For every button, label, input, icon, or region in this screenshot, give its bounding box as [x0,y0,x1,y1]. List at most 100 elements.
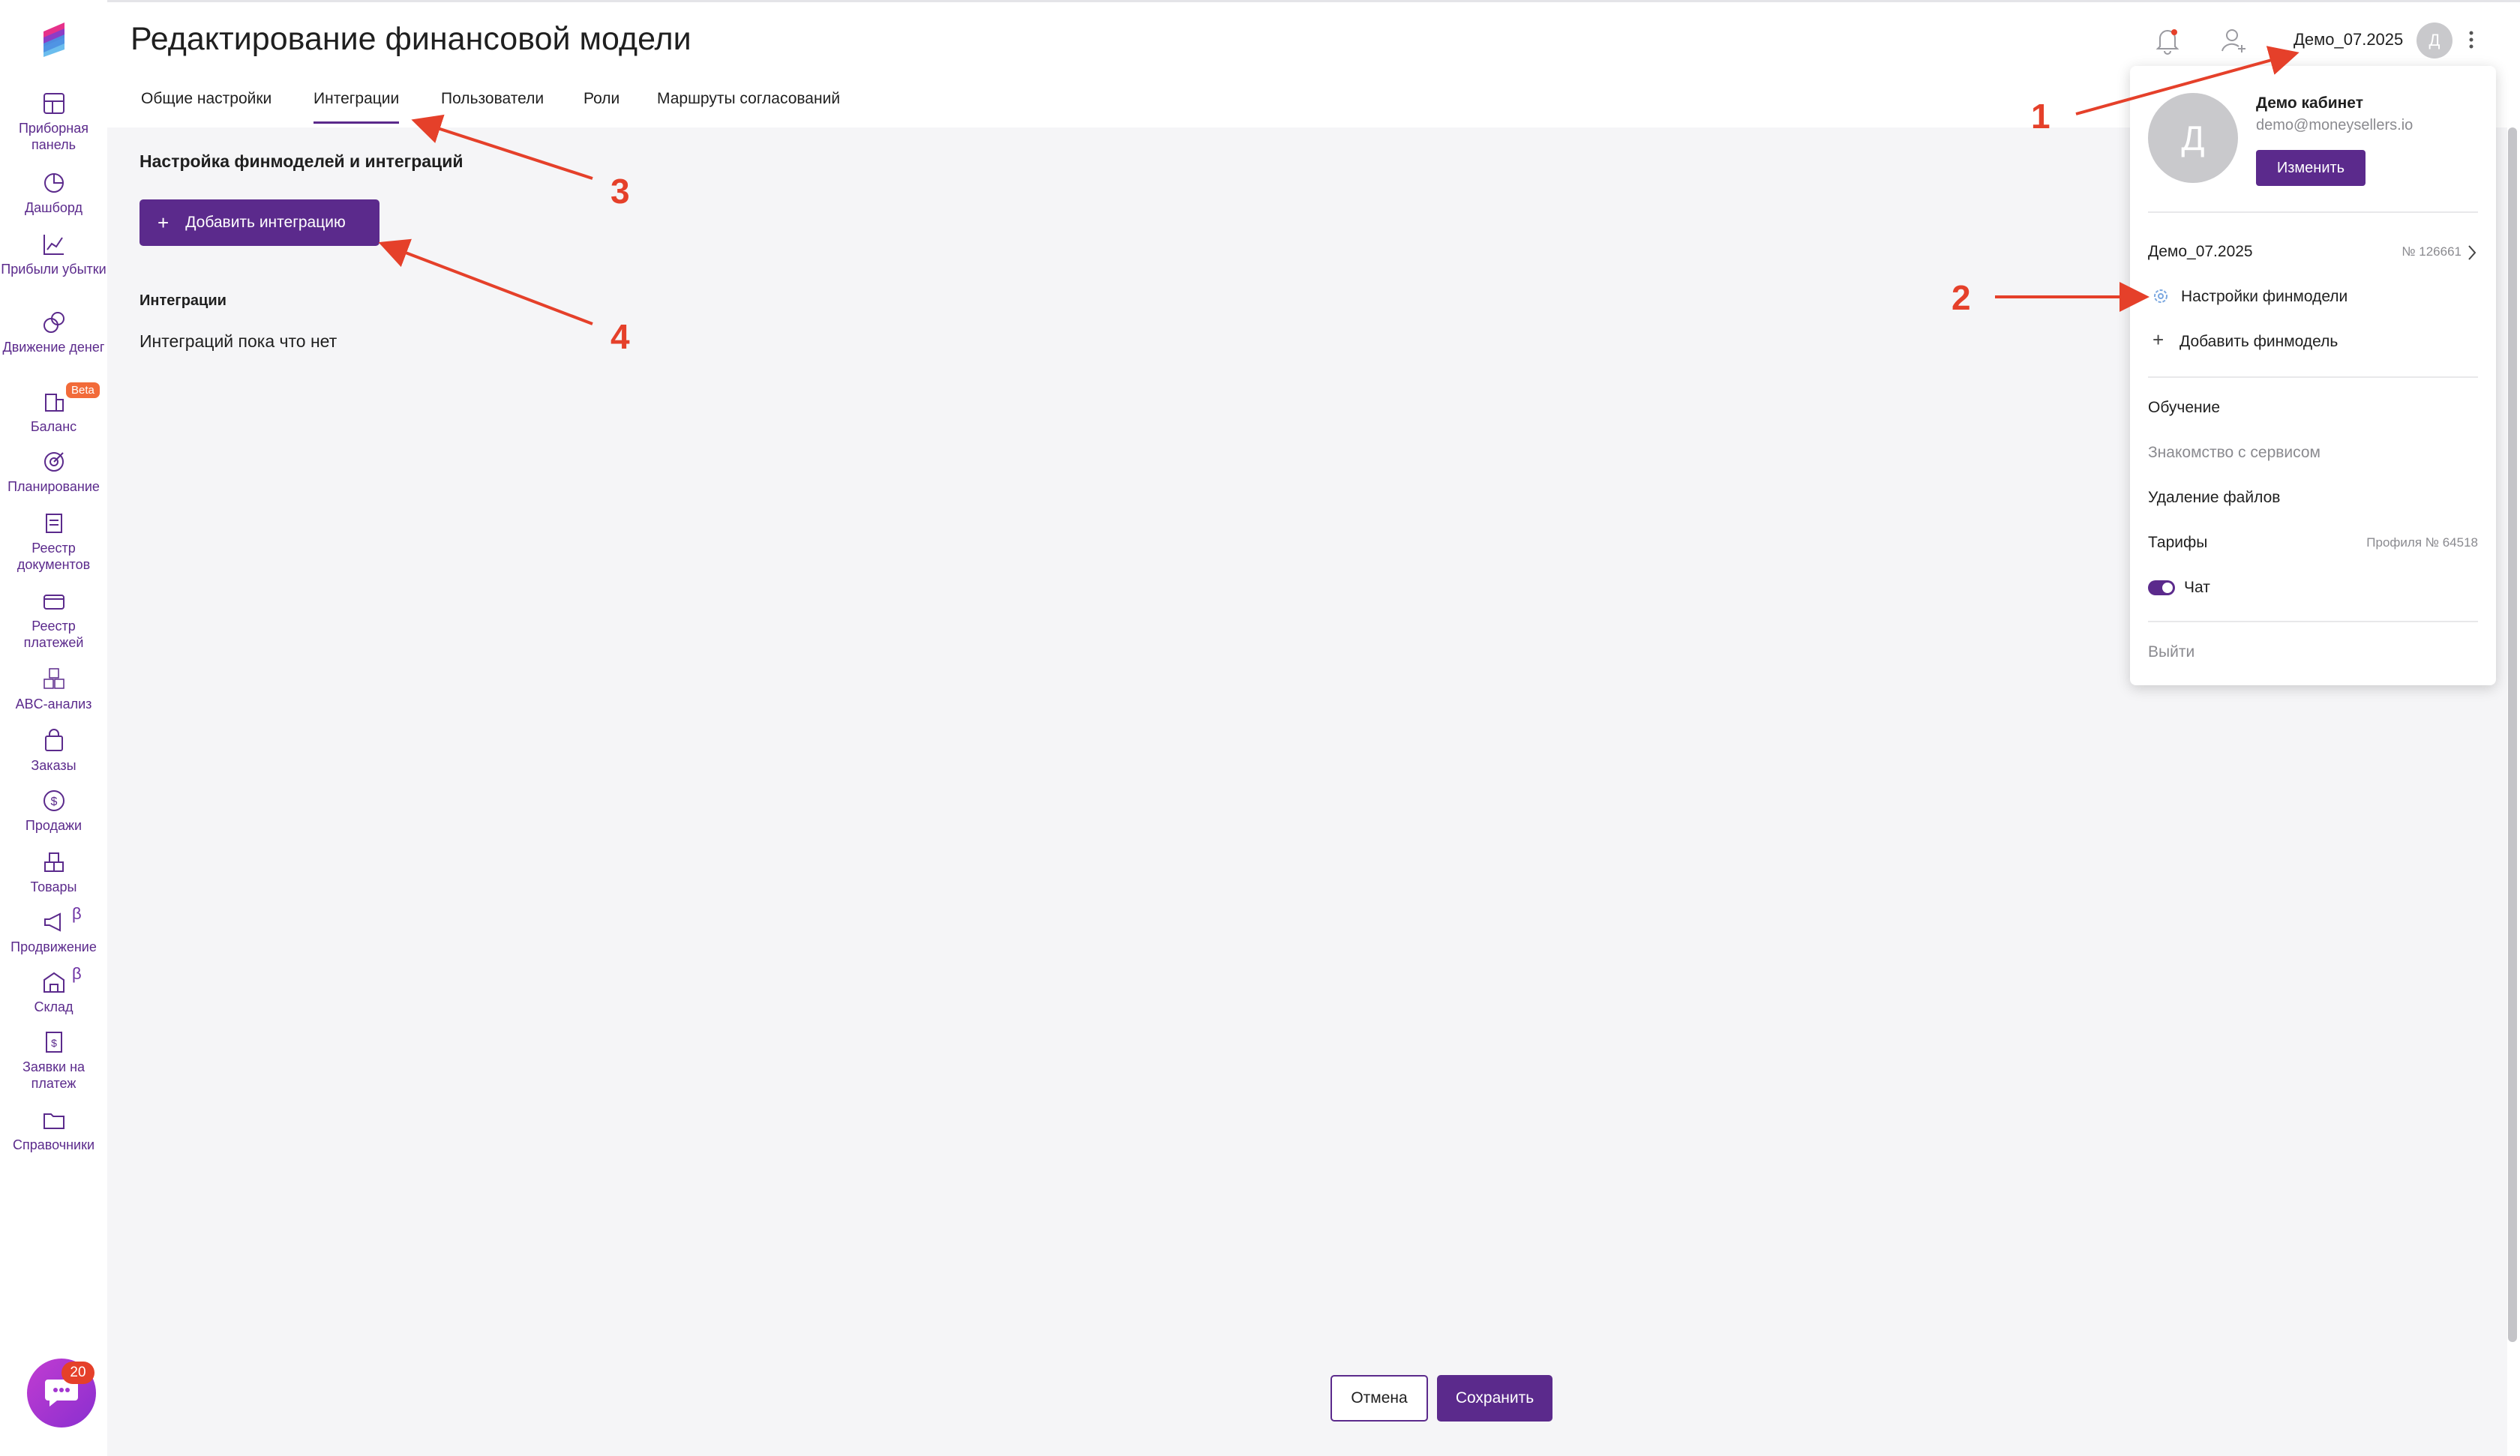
line-chart-icon [43,235,64,255]
plus-icon: + [2152,328,2164,351]
pie-chart-icon [44,173,64,193]
sidebar-item-label: Планирование [8,479,100,494]
account-switcher[interactable]: Демо_07.2025 [2294,30,2403,49]
gear-icon [2154,289,2168,303]
sidebar-item-label: Продажи [25,818,82,833]
sidebar-item-label: Заказы [31,758,76,773]
annotation-number-1: 1 [2031,97,2050,136]
folder-icon [43,1113,64,1129]
documents-icon [45,514,62,533]
beta-symbol: β [72,904,82,923]
tab-approval-routes[interactable]: Маршруты согласований [657,90,840,108]
tariffs-item[interactable]: Тарифы [2148,534,2207,552]
add-user-icon[interactable] [2218,25,2248,55]
sidebar-item-label: Дашборд [24,200,83,215]
chat-unread-badge: 20 [62,1362,94,1384]
delete-files-item[interactable]: Удаление файлов [2148,489,2280,507]
building-icon [44,394,64,412]
beta-badge: Beta [66,382,100,398]
sidebar-item-abc[interactable]: ABC-анализ [0,666,107,712]
sidebar-item-label: Прибыли убытки [1,262,106,277]
divider [2148,376,2478,378]
plus-icon: + [158,211,170,234]
megaphone-icon [44,912,61,932]
sidebar-item-label: Склад [34,999,74,1014]
payment-request-icon: $ [45,1032,62,1053]
profile-number: Профиля № 64518 [2366,535,2478,550]
cancel-button[interactable]: Отмена [1330,1375,1428,1422]
add-finmodel-item[interactable]: Добавить финмодель [2180,333,2338,351]
notification-bell-icon[interactable] [2154,25,2181,55]
sidebar-item-promotion[interactable]: β Продвижение [0,904,107,955]
wallet-icon [43,595,64,610]
sidebar: Приборная панель Дашборд Прибыли убытки … [0,0,107,1456]
add-integration-button[interactable]: + Добавить интеграцию [140,199,380,246]
profile-avatar: Д [2148,93,2238,183]
app-logo[interactable] [39,21,69,57]
sidebar-item-label: Заявки на платеж [22,1059,86,1091]
top-border [0,0,2520,2]
profile-name: Демо кабинет [2256,94,2363,112]
sidebar-item-dashboard[interactable]: Дашборд [0,169,107,216]
chat-toggle[interactable] [2148,580,2175,595]
sidebar-item-label: Товары [30,879,77,894]
annotation-number-3: 3 [610,172,630,211]
sidebar-item-label: Справочники [12,1137,95,1152]
divider [2148,211,2478,213]
sidebar-item-dashboard-panel[interactable]: Приборная панель [0,90,107,153]
sidebar-item-profit-loss[interactable]: Прибыли убытки [0,231,107,277]
integrations-title: Интеграции [140,292,226,309]
section-title: Настройка финмоделей и интеграций [140,151,464,171]
sidebar-item-products[interactable]: Товары [0,849,107,895]
sidebar-item-balance[interactable]: Beta Баланс [0,382,107,435]
annotation-number-2: 2 [1952,278,1971,317]
intro-item[interactable]: Знакомство с сервисом [2148,444,2320,462]
profile-email: demo@moneysellers.io [2256,117,2414,133]
more-vertical-icon[interactable] [2468,27,2475,52]
profile-dropdown: Д Демо кабинет demo@moneysellers.io Изме… [2130,66,2496,685]
page-title: Редактирование финансовой модели [130,21,692,57]
save-button[interactable]: Сохранить [1437,1375,1552,1422]
dashboard-grid-icon [43,93,64,114]
sidebar-item-cashflow[interactable]: Движение денег [0,309,107,355]
logout-item[interactable]: Выйти [2148,643,2194,661]
sidebar-item-label: Продвижение [10,939,97,954]
finmodel-selector[interactable]: Демо_07.2025 [2148,243,2253,261]
svg-text:$: $ [51,1037,57,1049]
sidebar-item-sales[interactable]: $ Продажи [0,787,107,834]
tab-roles[interactable]: Роли [584,90,620,108]
finmodel-settings-item[interactable]: Настройки финмодели [2181,288,2348,306]
target-icon [44,452,64,472]
sidebar-item-label: Реестр платежей [23,619,84,650]
chat-toggle-label: Чат [2184,579,2210,596]
sidebar-item-directories[interactable]: Справочники [0,1107,107,1153]
chevron-right-icon[interactable] [2468,244,2476,261]
svg-text:$: $ [50,795,57,808]
sidebar-item-label: Баланс [30,419,77,434]
finmodel-number: № 126661 [2402,244,2462,259]
sidebar-item-warehouse[interactable]: β Склад [0,964,107,1015]
divider [2148,621,2478,622]
annotation-number-4: 4 [610,317,630,356]
change-profile-button[interactable]: Изменить [2256,150,2366,186]
sidebar-item-planning[interactable]: Планирование [0,448,107,495]
boxes-icon [44,852,64,872]
add-integration-label: Добавить интеграцию [185,214,346,231]
sidebar-item-orders[interactable]: Заказы [0,727,107,774]
sidebar-item-label: Движение денег [2,340,105,355]
sidebar-item-label: ABC-анализ [15,697,92,712]
avatar[interactable]: Д [2416,22,2452,58]
tab-general-settings[interactable]: Общие настройки [141,90,272,108]
abc-icon [43,668,64,689]
tab-integrations[interactable]: Интеграции [314,90,400,124]
sidebar-item-payment-requests[interactable]: $ Заявки на платеж [0,1029,107,1092]
tab-users[interactable]: Пользователи [441,90,544,108]
coins-icon [43,312,64,333]
shopping-bag-icon [44,729,63,751]
sidebar-item-label: Реестр документов [16,541,91,572]
training-item[interactable]: Обучение [2148,399,2220,417]
empty-state-text: Интеграций пока что нет [140,331,338,351]
sidebar-item-documents[interactable]: Реестр документов [0,510,107,573]
sidebar-item-payments[interactable]: Реестр платежей [0,588,107,651]
scrollbar[interactable] [2508,127,2517,1342]
